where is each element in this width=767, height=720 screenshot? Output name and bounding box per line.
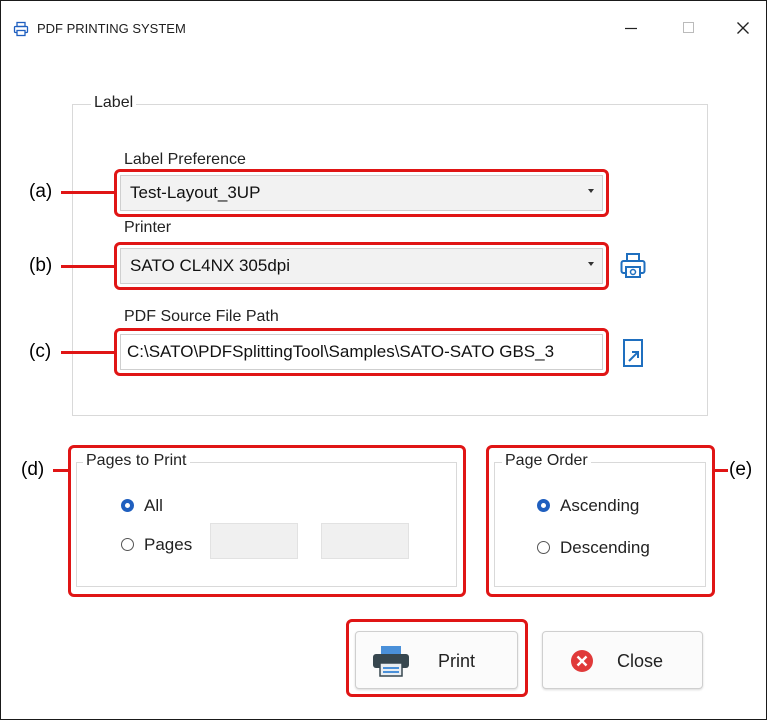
- callout-a: (a): [29, 181, 53, 202]
- title-bar: PDF PRINTING SYSTEM: [1, 1, 766, 61]
- highlight-a: [114, 169, 609, 217]
- callout-d: (d): [21, 459, 45, 480]
- browse-file-icon[interactable]: [621, 337, 645, 374]
- close-button[interactable]: Close: [542, 631, 703, 689]
- printer-settings-icon[interactable]: [619, 252, 647, 285]
- pdf-source-label: PDF Source File Path: [124, 308, 279, 325]
- label-preference-label: Label Preference: [124, 151, 246, 168]
- window-title: PDF PRINTING SYSTEM: [37, 21, 186, 36]
- printer-label: Printer: [124, 219, 172, 236]
- callout-c: (c): [29, 341, 52, 362]
- minimize-icon: [625, 21, 637, 39]
- printer-icon: [13, 21, 29, 37]
- highlight-d: [68, 445, 466, 597]
- callout-e-leader: [714, 469, 728, 472]
- maximize-button[interactable]: [674, 15, 704, 45]
- close-window-button[interactable]: [728, 15, 758, 45]
- label-group-legend: Label: [91, 94, 137, 112]
- close-circle-icon: [570, 649, 594, 678]
- maximize-icon: [683, 21, 695, 39]
- highlight-e: [486, 445, 715, 597]
- close-icon: [737, 21, 749, 39]
- highlight-b: [114, 242, 609, 290]
- highlight-print: [346, 619, 528, 697]
- callout-c-leader: [61, 351, 115, 354]
- callout-d-leader: [53, 469, 69, 472]
- close-button-label: Close: [617, 651, 664, 671]
- app-window: PDF PRINTING SYSTEM Label Label Preferen…: [0, 0, 767, 720]
- callout-b: (b): [29, 255, 53, 276]
- callout-a-leader: [61, 191, 115, 194]
- callout-b-leader: [61, 265, 115, 268]
- minimize-button[interactable]: [616, 15, 646, 45]
- callout-e: (e): [729, 459, 753, 480]
- highlight-c: [114, 328, 609, 376]
